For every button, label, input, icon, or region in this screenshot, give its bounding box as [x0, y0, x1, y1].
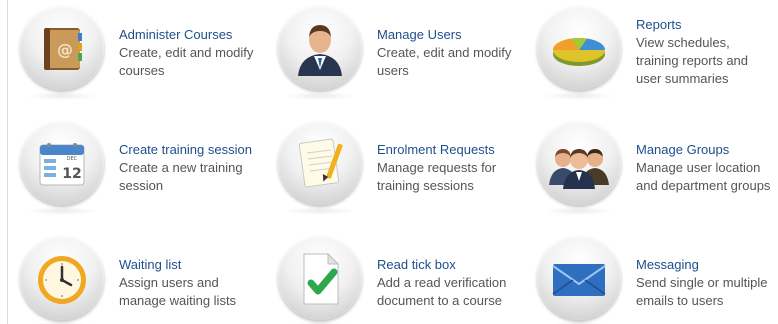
tile-title[interactable]: Read tick box	[377, 256, 522, 274]
pie-chart-icon[interactable]	[537, 6, 621, 90]
tile-waiting-list[interactable]: Waiting list Assign users and manage wai…	[0, 230, 255, 324]
tile-title[interactable]: Administer Courses	[119, 26, 264, 44]
envelope-icon[interactable]	[537, 236, 621, 320]
tile-messaging[interactable]: Messaging Send single or multiple emails…	[517, 230, 772, 324]
admin-menu-grid: @ Administer Courses Create, edit and mo…	[0, 0, 778, 324]
tile-manage-users[interactable]: Manage Users Create, edit and modify use…	[258, 0, 513, 108]
icon-reflection	[284, 207, 356, 215]
tile-title[interactable]: Manage Users	[377, 26, 522, 44]
calendar-month: DEC	[67, 156, 78, 162]
tile-title[interactable]: Messaging	[636, 256, 778, 274]
tile-title[interactable]: Manage Groups	[636, 141, 778, 159]
tile-description: Manage requests for training sessions	[377, 160, 497, 193]
user-icon[interactable]	[278, 6, 362, 90]
tile-title[interactable]: Enrolment Requests	[377, 141, 522, 159]
tile-text: Administer Courses Create, edit and modi…	[119, 26, 264, 80]
tile-description: Send single or multiple emails to users	[636, 275, 768, 308]
tile-description: Manage user location and department grou…	[636, 160, 771, 193]
calendar-icon[interactable]: DEC 12	[20, 121, 104, 205]
tile-text: Create training session Create a new tra…	[119, 141, 264, 195]
tile-description: Create, edit and modify courses	[119, 45, 254, 78]
tile-description: Assign users and manage waiting lists	[119, 275, 237, 308]
tile-manage-groups[interactable]: Manage Groups Manage user location and d…	[517, 115, 772, 223]
tile-description: Create, edit and modify users	[377, 45, 512, 78]
tile-text: Read tick box Add a read verification do…	[377, 256, 522, 310]
icon-reflection	[543, 92, 615, 100]
address-book-icon[interactable]: @	[20, 6, 104, 90]
tile-create-training-session[interactable]: DEC 12 Create training session Create a …	[0, 115, 255, 223]
tile-text: Manage Groups Manage user location and d…	[636, 141, 778, 195]
tile-text: Manage Users Create, edit and modify use…	[377, 26, 522, 80]
tile-administer-courses[interactable]: @ Administer Courses Create, edit and mo…	[0, 0, 255, 108]
tile-description: Create a new training session	[119, 160, 243, 193]
tile-text: Reports View schedules, training reports…	[636, 16, 778, 88]
icon-reflection	[26, 207, 98, 215]
tile-title[interactable]: Create training session	[119, 141, 264, 159]
tile-title[interactable]: Reports	[636, 16, 778, 34]
notepad-icon[interactable]	[278, 121, 362, 205]
icon-reflection	[284, 92, 356, 100]
tile-read-tick-box[interactable]: Read tick box Add a read verification do…	[258, 230, 513, 324]
tile-enrolment-requests[interactable]: Enrolment Requests Manage requests for t…	[258, 115, 513, 223]
calendar-day: 12	[62, 166, 81, 182]
tile-text: Messaging Send single or multiple emails…	[636, 256, 778, 310]
tile-description: View schedules, training reports and use…	[636, 35, 749, 86]
group-icon[interactable]	[537, 121, 621, 205]
tile-title[interactable]: Waiting list	[119, 256, 264, 274]
tile-text: Enrolment Requests Manage requests for t…	[377, 141, 522, 195]
icon-reflection	[26, 92, 98, 100]
tile-reports[interactable]: Reports View schedules, training reports…	[517, 0, 772, 108]
tile-description: Add a read verification document to a co…	[377, 275, 507, 308]
icon-reflection	[543, 207, 615, 215]
svg-text:@: @	[57, 40, 73, 59]
clock-icon[interactable]	[20, 236, 104, 320]
checked-document-icon[interactable]	[278, 236, 362, 320]
tile-text: Waiting list Assign users and manage wai…	[119, 256, 264, 310]
